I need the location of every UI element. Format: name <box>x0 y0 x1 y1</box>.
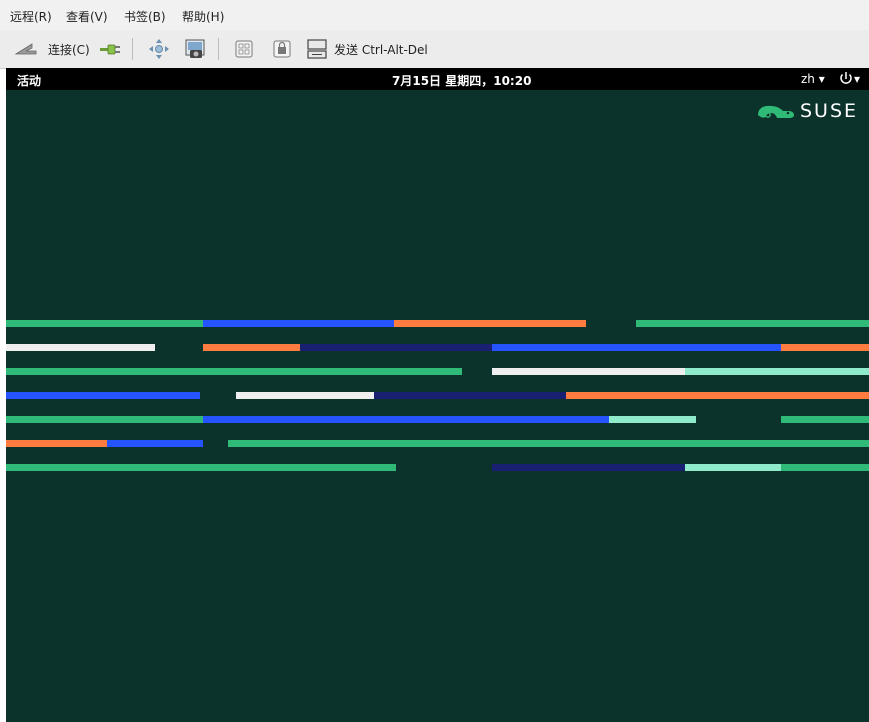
wallpaper-stripe <box>609 416 696 423</box>
wallpaper-stripe <box>6 320 203 327</box>
send-ctrl-alt-del-button[interactable]: 发送 Ctrl-Alt-Del <box>334 37 428 61</box>
power-icon <box>840 72 852 84</box>
wallpaper-stripe <box>781 344 869 351</box>
wallpaper-stripe <box>492 344 781 351</box>
wallpaper-stripe <box>236 392 374 399</box>
wallpaper-stripe <box>203 320 394 327</box>
disconnect-icon[interactable] <box>14 37 38 61</box>
wallpaper-stripe <box>6 416 203 423</box>
wallpaper-stripe <box>636 320 869 327</box>
gnome-top-bar: 活动 7月15日 星期四，10:20 zh ▾ ▾ <box>6 68 869 90</box>
wallpaper-stripe <box>492 368 685 375</box>
wallpaper <box>6 320 869 471</box>
menu-bar: 远程(R) 查看(V) 书签(B) 帮助(H) <box>0 0 869 30</box>
menu-remote[interactable]: 远程(R) <box>10 8 52 25</box>
wallpaper-stripe <box>394 320 586 327</box>
toolbar: 连接(C) 发送 Ctrl-Alt-Del <box>0 30 869 69</box>
lock-icon[interactable] <box>272 37 292 61</box>
wallpaper-stripe <box>6 392 200 399</box>
toolbar-separator <box>218 38 219 60</box>
menu-bookmarks[interactable]: 书签(B) <box>124 8 166 25</box>
send-keys-icon[interactable] <box>306 37 328 61</box>
activities-button[interactable]: 活动 <box>17 72 41 89</box>
clock[interactable]: 7月15日 星期四，10:20 <box>392 72 531 89</box>
menu-view[interactable]: 查看(V) <box>66 8 108 25</box>
wallpaper-stripe <box>374 392 566 399</box>
wallpaper-stripe <box>228 440 869 447</box>
wallpaper-stripe <box>781 464 869 471</box>
wallpaper-stripe <box>685 464 781 471</box>
suse-logo: SUSE <box>756 99 858 123</box>
wallpaper-stripe <box>203 344 300 351</box>
wallpaper-stripe <box>6 464 396 471</box>
language-indicator[interactable]: zh ▾ <box>801 72 825 86</box>
system-menu-arrow: ▾ <box>854 72 861 86</box>
wallpaper-stripe <box>6 344 155 351</box>
wallpaper-stripe <box>566 392 869 399</box>
wallpaper-stripe <box>107 440 203 447</box>
connect-button[interactable]: 连接(C) <box>48 37 90 61</box>
connect-plug-icon[interactable] <box>98 37 122 61</box>
wallpaper-stripe <box>492 464 685 471</box>
keyboard-grab-icon[interactable] <box>234 37 254 61</box>
system-menu[interactable]: ▾ <box>838 70 864 91</box>
toolbar-separator <box>132 38 133 60</box>
fullscreen-move-icon[interactable] <box>148 37 170 61</box>
wallpaper-stripe <box>781 416 869 423</box>
screenshot-icon[interactable] <box>184 37 206 61</box>
wallpaper-stripe <box>203 416 609 423</box>
wallpaper-stripe <box>685 368 869 375</box>
suse-logo-text: SUSE <box>800 100 859 122</box>
chameleon-icon <box>758 105 794 118</box>
remote-desktop-viewport[interactable]: 活动 7月15日 星期四，10:20 zh ▾ ▾ SUSE <box>6 68 869 722</box>
menu-help[interactable]: 帮助(H) <box>182 8 224 25</box>
wallpaper-stripe <box>300 344 492 351</box>
wallpaper-stripe <box>6 440 107 447</box>
wallpaper-stripe <box>6 368 462 375</box>
